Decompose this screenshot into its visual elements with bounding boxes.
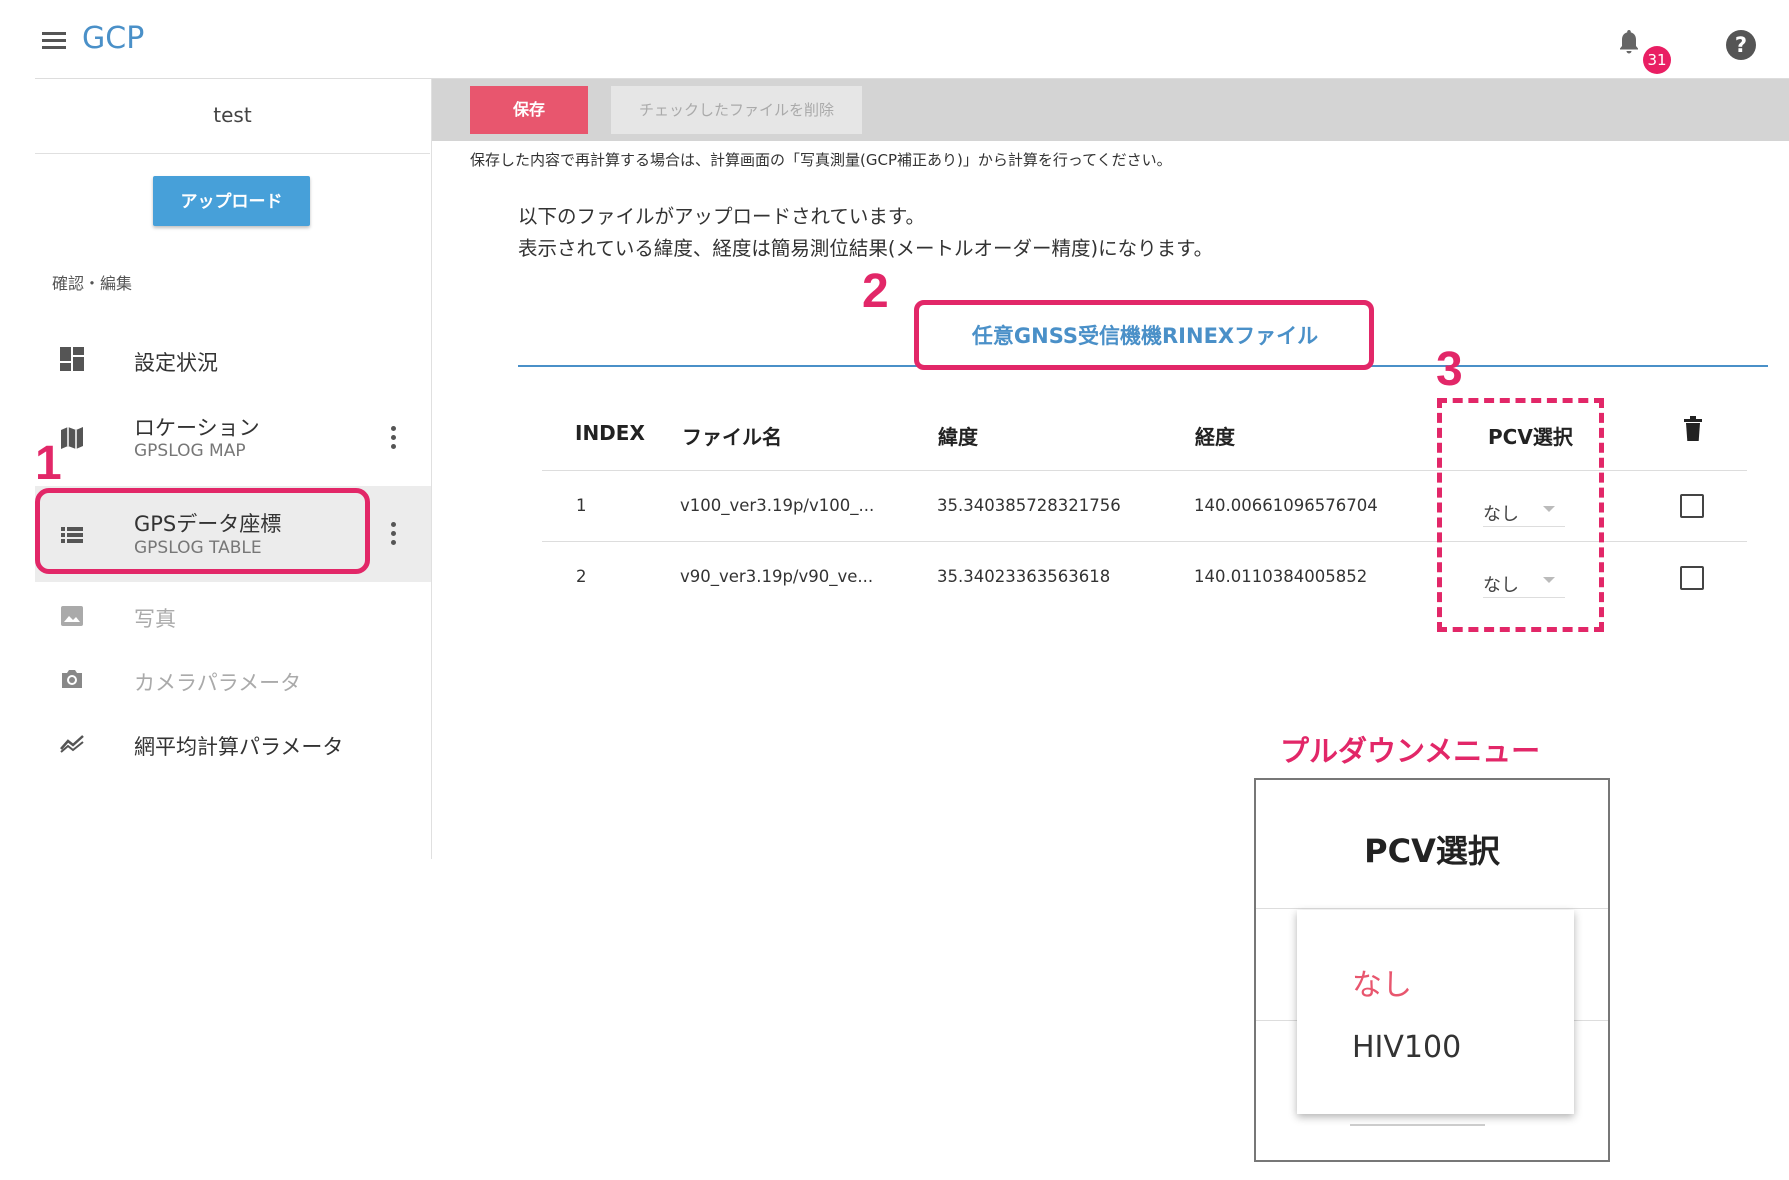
save-button[interactable]: 保存 xyxy=(470,86,588,134)
map-icon xyxy=(59,425,85,451)
photo-icon xyxy=(59,603,85,629)
sidebar-item-label: 写真 xyxy=(134,607,176,631)
upload-button[interactable]: アップロード xyxy=(153,176,310,226)
cell-longitude: 140.0110384005852 xyxy=(1194,567,1368,586)
sidebar-item-sublabel: GPSLOG MAP xyxy=(134,441,246,461)
pulldown-option-none[interactable]: なし xyxy=(1352,960,1412,1004)
row-checkbox[interactable] xyxy=(1680,566,1704,590)
sidebar-item-label: ロケーション xyxy=(134,416,260,440)
row-checkbox[interactable] xyxy=(1680,494,1704,518)
annotation-number-2: 2 xyxy=(862,265,889,318)
menu-icon[interactable] xyxy=(40,30,68,50)
delete-checked-button[interactable]: チェックしたファイルを削除 xyxy=(611,86,862,134)
camera-icon xyxy=(59,666,85,692)
bell-icon[interactable] xyxy=(1617,28,1641,56)
recalc-notice: 保存した内容で再計算する場合は、計算画面の「写真測量(GCP補正あり)」から計算… xyxy=(470,151,1172,169)
trash-icon[interactable] xyxy=(1683,416,1703,446)
sidebar-item-location[interactable]: ロケーション GPSLOG MAP xyxy=(35,390,431,480)
notification-badge: 31 xyxy=(1643,46,1671,74)
pulldown-menu xyxy=(1297,910,1574,1114)
cell-latitude: 35.340385728321756 xyxy=(937,496,1121,515)
annotation-number-3: 3 xyxy=(1436,343,1463,396)
annotation-box-1 xyxy=(35,488,370,574)
column-header-index: INDEX xyxy=(575,421,645,445)
sidebar-item-label: 設定状況 xyxy=(134,351,218,375)
project-name: test xyxy=(213,103,252,127)
annotation-box-3 xyxy=(1437,398,1604,632)
cell-index: 2 xyxy=(576,567,587,586)
cell-latitude: 35.34023363563618 xyxy=(937,567,1111,586)
annotation-box-2 xyxy=(914,300,1374,370)
app-title: GCP xyxy=(82,21,145,56)
cell-filename: v100_ver3.19p/v100_... xyxy=(680,496,875,515)
sidebar-divider xyxy=(35,153,430,154)
pulldown-divider xyxy=(1256,908,1608,909)
sidebar-item-label: カメラパラメータ xyxy=(134,671,302,695)
annotation-number-1: 1 xyxy=(35,437,62,490)
column-header-latitude: 緯度 xyxy=(938,425,978,449)
sidebar-item-network-params[interactable]: 網平均計算パラメータ xyxy=(35,718,431,808)
cell-filename: v90_ver3.19p/v90_ve... xyxy=(680,567,874,586)
more-vert-icon[interactable] xyxy=(391,522,397,548)
intro-text-1: 以下のファイルがアップロードされています。 xyxy=(518,205,925,228)
help-icon[interactable]: ? xyxy=(1726,30,1756,60)
column-header-longitude: 経度 xyxy=(1195,425,1235,449)
pulldown-option-hiv100[interactable]: HIV100 xyxy=(1352,1030,1461,1065)
dashboard-icon xyxy=(59,346,85,372)
cell-longitude: 140.00661096576704 xyxy=(1194,496,1378,515)
pulldown-underline xyxy=(1350,1124,1485,1126)
trend-icon xyxy=(59,730,85,756)
section-label: 確認・編集 xyxy=(52,274,133,293)
pulldown-header: PCV選択 xyxy=(1364,832,1500,870)
intro-text-2: 表示されている緯度、経度は簡易測位結果(メートルオーダー精度)になります。 xyxy=(518,237,1214,260)
pulldown-caption: プルダウンメニュー xyxy=(1280,734,1541,768)
cell-index: 1 xyxy=(576,496,587,515)
more-vert-icon[interactable] xyxy=(391,426,397,452)
column-header-filename: ファイル名 xyxy=(682,425,782,449)
sidebar-item-label: 網平均計算パラメータ xyxy=(134,735,344,759)
